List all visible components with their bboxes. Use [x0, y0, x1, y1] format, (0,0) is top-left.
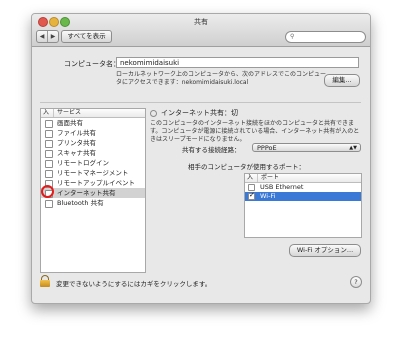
service-list-header: 入 サービス	[41, 109, 145, 118]
service-checkbox[interactable]	[45, 160, 53, 168]
status-dot-icon	[150, 109, 157, 117]
search-icon: ⚲	[290, 33, 295, 40]
service-label: 画面共有	[57, 119, 83, 127]
connection-select[interactable]: PPPoE ▲▼	[252, 143, 361, 152]
port-column-header[interactable]: ポート	[257, 174, 279, 182]
connection-label: 共有する接続経路：	[182, 146, 241, 154]
service-row-internet-sharing[interactable]: インターネット共有	[41, 185, 145, 198]
popup-arrows-icon: ▲▼	[349, 145, 357, 151]
search-field[interactable]: ⚲	[285, 31, 366, 43]
service-checkbox[interactable]	[45, 150, 53, 158]
service-label: Bluetooth 共有	[57, 199, 104, 207]
service-row-scanner-sharing[interactable]: スキャナ共有	[41, 148, 145, 158]
service-row-printer-sharing[interactable]: プリンタ共有	[41, 138, 145, 148]
window-title: 共有	[194, 18, 208, 26]
back-forward-control[interactable]: ◀ ▶	[36, 30, 59, 43]
service-row-remote-login[interactable]: リモートログイン	[41, 158, 145, 168]
service-row-remote-management[interactable]: リモートマネージメント	[41, 168, 145, 178]
service-status: インターネット共有：切	[150, 108, 238, 118]
edit-button[interactable]: 編集...	[324, 74, 360, 87]
port-row-wifi[interactable]: Wi-Fi	[245, 191, 361, 201]
port-checkbox[interactable]	[248, 184, 255, 191]
computer-name-label: コンピュータ名：	[64, 60, 120, 68]
highlight-circle	[41, 185, 54, 198]
search-input[interactable]	[298, 32, 360, 42]
computer-name-field[interactable]: nekomimidaisuki	[116, 57, 359, 68]
lock-icon[interactable]	[40, 275, 50, 287]
service-label: プリンタ共有	[57, 139, 96, 147]
service-list: 入 サービス 画面共有 ファイル共有 プリンタ共有 スキャナ共有 リモートログイ…	[40, 108, 146, 273]
service-label: リモートログイン	[57, 159, 109, 167]
service-column-header[interactable]: サービス	[53, 109, 81, 117]
service-checkbox[interactable]	[45, 170, 53, 178]
wifi-options-button[interactable]: Wi-Fi オプション...	[289, 244, 361, 257]
service-row-file-sharing[interactable]: ファイル共有	[41, 128, 145, 138]
service-label: リモートアップルイベント	[57, 179, 135, 187]
sharing-window: 共有 ◀ ▶ すべてを表示 ⚲ コンピュータ名： nekomimidaisuki…	[31, 13, 371, 304]
port-label: USB Ethernet	[260, 183, 304, 191]
ports-list-header: 入 ポート	[245, 174, 361, 183]
divider	[40, 102, 361, 103]
port-row-usb-ethernet[interactable]: USB Ethernet	[245, 183, 361, 192]
computer-name-description: ローカルネットワーク上のコンピュータから、次のアドレスでこのコンピュータにアクセ…	[116, 71, 327, 86]
ports-list: 入 ポート USB Ethernet Wi-Fi	[244, 173, 362, 238]
help-button[interactable]: ?	[350, 276, 362, 288]
service-label: スキャナ共有	[57, 149, 96, 157]
forward-icon[interactable]: ▶	[47, 31, 58, 42]
on-column-header[interactable]: 入	[247, 174, 253, 182]
service-row-remote-apple-events[interactable]: リモートアップルイベント	[41, 178, 145, 188]
connection-value: PPPoE	[257, 144, 277, 152]
port-label: Wi-Fi	[260, 192, 276, 200]
back-icon[interactable]: ◀	[37, 31, 47, 42]
on-column-header[interactable]: 入	[43, 109, 49, 117]
service-row-bluetooth-sharing[interactable]: Bluetooth 共有	[41, 198, 145, 208]
service-checkbox[interactable]	[45, 130, 53, 138]
service-label: ファイル共有	[57, 129, 96, 137]
port-checkbox[interactable]	[248, 191, 255, 200]
service-checkbox[interactable]	[45, 140, 53, 148]
lock-text: 変更できないようにするにはカギをクリックします。	[56, 280, 212, 288]
title-bar: 共有 ◀ ▶ すべてを表示 ⚲	[32, 14, 370, 47]
service-label: インターネット共有	[57, 189, 116, 197]
service-checkbox[interactable]	[45, 200, 53, 208]
status-text: インターネット共有：切	[161, 109, 238, 117]
service-label: リモートマネージメント	[57, 169, 129, 177]
lock-body	[40, 280, 50, 287]
ports-label: 相手のコンピュータが使用するポート：	[188, 163, 305, 171]
service-checkbox[interactable]	[45, 120, 53, 128]
show-all-button[interactable]: すべてを表示	[61, 30, 112, 43]
service-row-screen-sharing[interactable]: 画面共有	[41, 118, 145, 128]
service-description: このコンピュータのインターネット接続をほかのコンピュータと共有できます。コンピュ…	[150, 120, 360, 143]
